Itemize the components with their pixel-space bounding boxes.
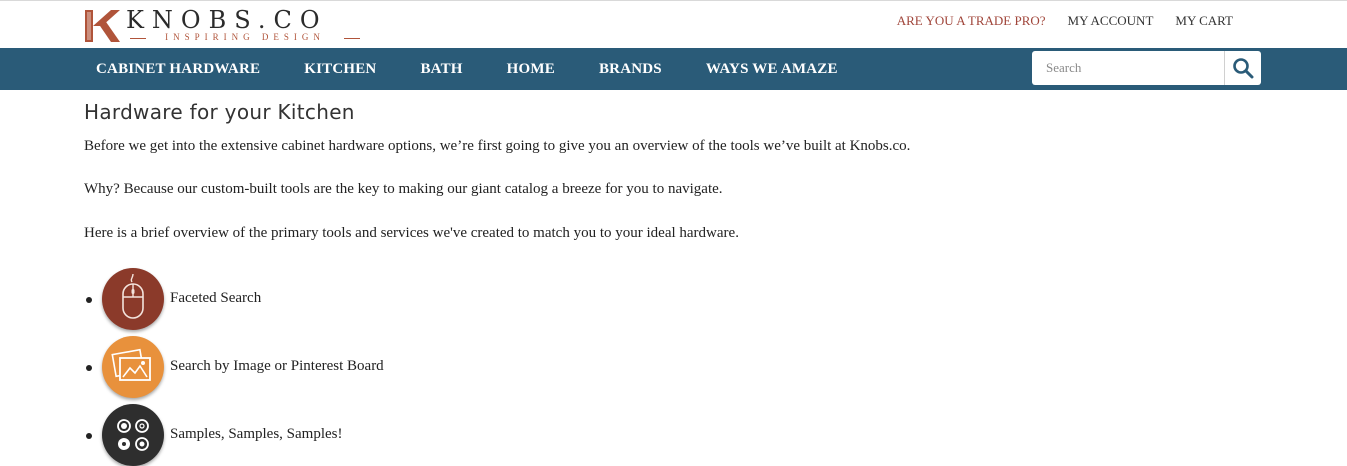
tool-label[interactable]: Samples, Samples, Samples! <box>170 426 343 443</box>
nav-item-brands[interactable]: BRANDS <box>599 61 662 78</box>
samples-icon[interactable] <box>102 404 164 466</box>
search-box <box>1032 51 1261 85</box>
brand-logo[interactable]: KNOBS.CO INSPIRING DESIGN <box>84 6 364 44</box>
my-account-link[interactable]: MY ACCOUNT <box>1068 13 1154 29</box>
list-bullet <box>86 297 92 303</box>
site-header: KNOBS.CO INSPIRING DESIGN ARE YOU A TRAD… <box>0 1 1347 48</box>
page-title: Hardware for your Kitchen <box>84 100 355 124</box>
nav-item-home[interactable]: HOME <box>507 61 555 78</box>
brand-tagline: INSPIRING DESIGN <box>165 32 325 42</box>
list-bullet <box>86 365 92 371</box>
logo-k-icon <box>85 10 120 42</box>
tool-label[interactable]: Faceted Search <box>170 290 261 307</box>
overview-paragraph: Here is a brief overview of the primary … <box>84 225 739 241</box>
photos-icon[interactable] <box>102 336 164 398</box>
brand-tagline-row: INSPIRING DESIGN <box>130 32 360 44</box>
list-item: Search by Image or Pinterest Board <box>84 336 684 400</box>
nav-item-kitchen[interactable]: KITCHEN <box>304 61 376 78</box>
nav-item-bath[interactable]: BATH <box>420 61 462 78</box>
mouse-icon[interactable] <box>102 268 164 330</box>
nav-item-cabinet-hardware[interactable]: CABINET HARDWARE <box>96 61 260 78</box>
list-bullet <box>86 433 92 439</box>
why-paragraph: Why? Because our custom-built tools are … <box>84 181 723 197</box>
tagline-rule-left <box>130 38 146 39</box>
brand-name: KNOBS.CO <box>126 6 328 34</box>
nav-items: CABINET HARDWARE KITCHEN BATH HOME BRAND… <box>96 48 882 90</box>
main-nav: CABINET HARDWARE KITCHEN BATH HOME BRAND… <box>0 48 1347 90</box>
trade-pro-link[interactable]: ARE YOU A TRADE PRO? <box>897 13 1046 29</box>
list-item: Faceted Search <box>84 268 684 332</box>
intro-paragraph: Before we get into the extensive cabinet… <box>84 138 911 154</box>
utility-links: ARE YOU A TRADE PRO? MY ACCOUNT MY CART <box>897 13 1233 29</box>
list-item: Samples, Samples, Samples! <box>84 404 684 466</box>
search-button[interactable] <box>1225 51 1261 85</box>
search-icon <box>1233 58 1254 79</box>
nav-item-ways-we-amaze[interactable]: WAYS WE AMAZE <box>706 61 838 78</box>
my-cart-link[interactable]: MY CART <box>1175 13 1233 29</box>
search-input[interactable] <box>1032 51 1224 85</box>
main-content: Hardware for your Kitchen Before we get … <box>84 100 1284 466</box>
tool-label[interactable]: Search by Image or Pinterest Board <box>170 358 384 375</box>
tagline-rule-right <box>344 38 360 39</box>
